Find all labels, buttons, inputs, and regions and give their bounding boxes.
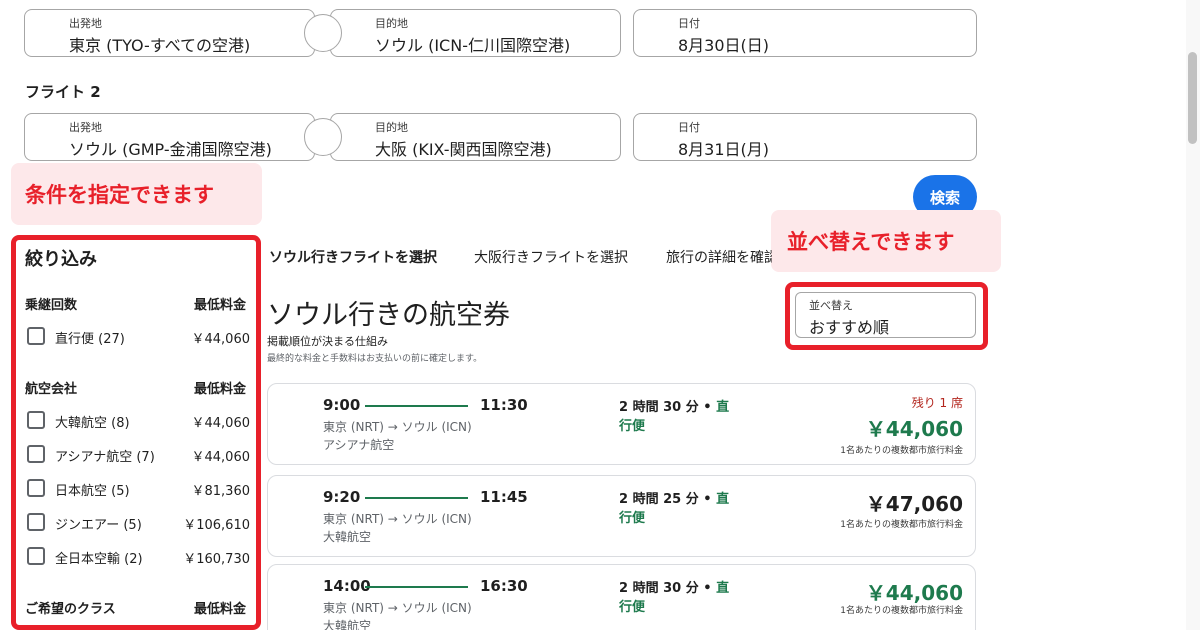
route-text: 東京 (NRT) → ソウル (ICN)	[323, 512, 472, 526]
field-value: 8月30日(日)	[678, 36, 770, 55]
tab-review-trip[interactable]: 旅行の詳細を確認	[666, 247, 772, 267]
departure-time: 9:20	[323, 488, 361, 506]
fare-note: 1名あたりの複数都市旅行料金	[840, 606, 963, 616]
route-text: 東京 (NRT) → ソウル (ICN)	[323, 420, 472, 434]
departure-time: 9:00	[323, 396, 361, 414]
scrollbar-thumb[interactable]	[1188, 52, 1197, 144]
route-text: 東京 (NRT) → ソウル (ICN)	[323, 601, 472, 615]
flight1-date-field[interactable]: 日付 8月30日(日)	[633, 9, 977, 57]
nonstop-label-cont: 行便	[619, 419, 646, 434]
sort-callout: 並べ替えできます	[771, 210, 1001, 272]
airline-name: 大韓航空	[323, 619, 372, 630]
flight2-swap-button[interactable]	[304, 118, 342, 156]
nonstop-label-cont: 行便	[619, 600, 646, 615]
price: ￥47,060	[865, 492, 963, 516]
field-label: 目的地	[375, 17, 408, 30]
seats-left: 残り 1 席	[911, 396, 963, 410]
field-value: 8月31日(月)	[678, 140, 770, 159]
nonstop-label: 直	[716, 581, 730, 596]
field-value: ソウル (ICN-仁川国際空港)	[375, 36, 571, 55]
field-value: 大阪 (KIX-関西国際空港)	[375, 140, 552, 159]
flight2-destination-field[interactable]: 目的地 大阪 (KIX-関西国際空港)	[330, 113, 621, 161]
fare-note: 1名あたりの複数都市旅行料金	[840, 446, 963, 456]
fee-note: 最終的な料金と手数料はお支払いの前に確定します。	[267, 354, 483, 364]
tab-select-seoul-flight[interactable]: ソウル行きフライトを選択	[269, 247, 437, 267]
nonstop-label: 直	[716, 492, 730, 507]
flight-result-card[interactable]: 9:00 11:30 東京 (NRT) → ソウル (ICN) アシアナ航空 2…	[267, 383, 976, 465]
airline-name: アシアナ航空	[323, 438, 395, 452]
price: ￥44,060	[865, 581, 963, 605]
arrival-time: 16:30	[480, 577, 528, 595]
field-value: ソウル (GMP-金浦国際空港)	[69, 140, 272, 159]
nonstop-label-cont: 行便	[619, 511, 646, 526]
nonstop-label: 直	[716, 400, 730, 415]
field-value: 東京 (TYO-すべての空港)	[69, 36, 251, 55]
filter-highlight-frame	[11, 235, 261, 630]
airline-name: 大韓航空	[323, 530, 372, 544]
arrival-time: 11:45	[480, 488, 528, 506]
fare-note: 1名あたりの複数都市旅行料金	[840, 520, 963, 530]
field-label: 出発地	[69, 121, 102, 134]
flight2-date-field[interactable]: 日付 8月31日(月)	[633, 113, 977, 161]
field-label: 出発地	[69, 17, 102, 30]
tab-select-osaka-flight[interactable]: 大阪行きフライトを選択	[474, 247, 628, 267]
sort-select[interactable]: 並べ替え おすすめ順	[795, 292, 976, 338]
sort-value: おすすめ順	[809, 318, 890, 337]
page-scrollbar[interactable]	[1186, 0, 1200, 630]
ranking-info-link[interactable]: 掲載順位が決まる仕組み	[267, 333, 388, 349]
flight1-origin-field[interactable]: 出発地 東京 (TYO-すべての空港)	[24, 9, 315, 57]
arrival-time: 11:30	[480, 396, 528, 414]
sort-label: 並べ替え	[809, 299, 853, 312]
flight2-title: フライト 2	[25, 83, 101, 101]
departure-time: 14:00	[323, 577, 371, 595]
conditions-callout: 条件を指定できます	[11, 163, 262, 225]
flight-result-card[interactable]: 14:00 16:30 東京 (NRT) → ソウル (ICN) 大韓航空 2 …	[267, 564, 976, 630]
field-label: 日付	[678, 17, 700, 30]
field-label: 目的地	[375, 121, 408, 134]
flight-result-card[interactable]: 9:20 11:45 東京 (NRT) → ソウル (ICN) 大韓航空 2 時…	[267, 475, 976, 557]
field-label: 日付	[678, 121, 700, 134]
flight1-destination-field[interactable]: 目的地 ソウル (ICN-仁川国際空港)	[330, 9, 621, 57]
flight-line	[365, 405, 468, 407]
flight-line	[365, 497, 468, 499]
page-title: ソウル行きの航空券	[267, 300, 510, 331]
duration: 2 時間 25 分 • 直	[619, 492, 730, 507]
flight-line	[365, 586, 468, 588]
flight1-swap-button[interactable]	[304, 14, 342, 52]
duration: 2 時間 30 分 • 直	[619, 400, 730, 415]
flight2-origin-field[interactable]: 出発地 ソウル (GMP-金浦国際空港)	[24, 113, 315, 161]
price: ￥44,060	[865, 417, 963, 441]
duration: 2 時間 30 分 • 直	[619, 581, 730, 596]
